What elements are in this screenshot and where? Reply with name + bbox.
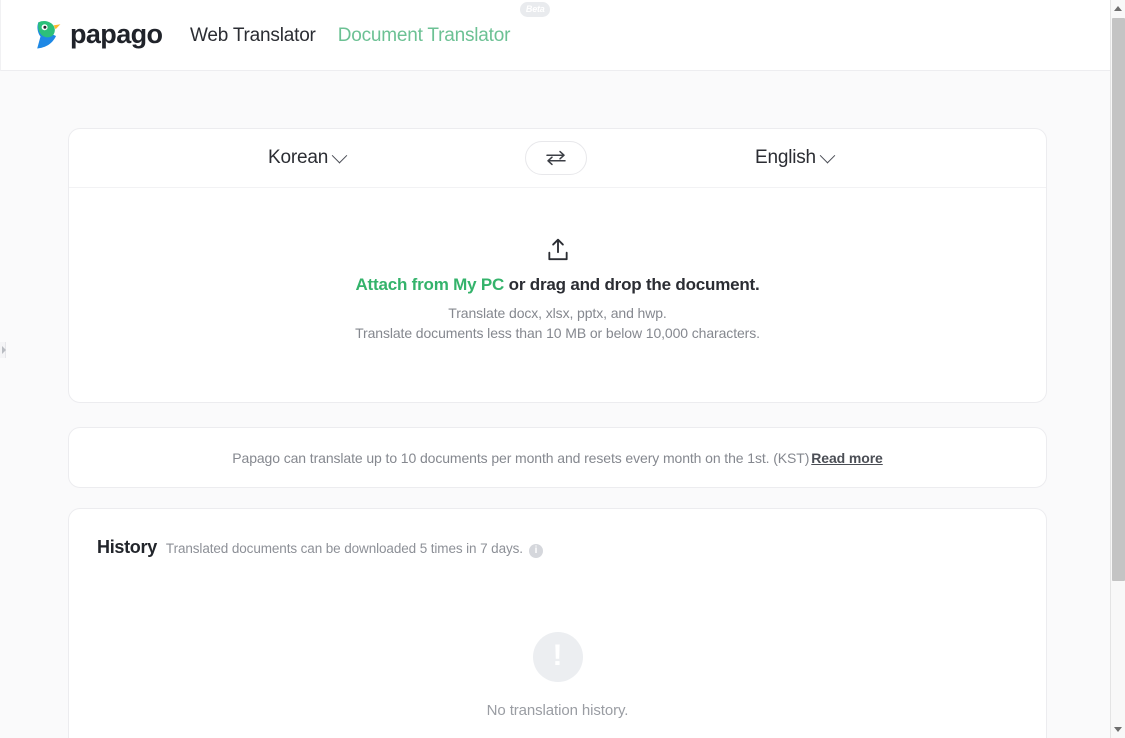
file-dropzone[interactable]: Attach from My PC or drag and drop the d… xyxy=(69,188,1046,402)
target-language-label: English xyxy=(755,147,816,168)
dropzone-headline: Attach from My PC or drag and drop the d… xyxy=(355,275,759,295)
papago-logo-text: papago xyxy=(70,18,163,49)
chevron-down-icon xyxy=(331,147,348,163)
nav-document-translator[interactable]: Document Translator Beta xyxy=(337,1,551,51)
chevron-down-icon xyxy=(1114,727,1122,732)
source-language-label: Korean xyxy=(268,147,329,168)
exclamation-icon: ! xyxy=(532,632,583,682)
language-selector-row: Korean English xyxy=(69,129,1046,188)
swap-languages-button[interactable] xyxy=(525,141,587,175)
nav-web-translator[interactable]: Web Translator xyxy=(190,21,316,51)
main-nav: Web Translator Document Translator Beta xyxy=(190,0,551,71)
source-language-selector[interactable]: Korean xyxy=(268,147,348,169)
translate-card: Korean English Attach from My PC or drag… xyxy=(68,128,1047,403)
nav-web-translator-label: Web Translator xyxy=(190,24,316,46)
vertical-scrollbar[interactable] xyxy=(1110,0,1125,738)
sidebar-expand-handle[interactable] xyxy=(0,342,6,358)
scroll-down-button[interactable] xyxy=(1111,721,1125,738)
exclamation-glyph: ! xyxy=(552,639,563,672)
dropzone-hint-1: Translate docx, xlsx, pptx, and hwp. xyxy=(448,305,667,321)
dropzone-hint-2: Translate documents less than 10 MB or b… xyxy=(355,324,760,341)
browser-viewport: papago Web Translator Document Translato… xyxy=(0,0,1110,738)
history-header: History Translated documents can be down… xyxy=(69,509,1046,558)
chevron-up-icon xyxy=(1114,6,1122,11)
target-language-selector[interactable]: English xyxy=(755,147,836,169)
read-more-link[interactable]: Read more xyxy=(811,450,883,466)
quota-notice-message: Papago can translate up to 10 documents … xyxy=(232,449,810,466)
upload-icon xyxy=(547,238,568,261)
papago-logo[interactable]: papago xyxy=(33,16,163,54)
site-header: papago Web Translator Document Translato… xyxy=(0,0,1110,71)
chevron-down-icon xyxy=(819,147,836,163)
quota-notice-card: Papago can translate up to 10 documents … xyxy=(68,427,1047,488)
quota-notice-text: Papago can translate up to 10 documents … xyxy=(232,449,883,466)
scrollbar-thumb[interactable] xyxy=(1112,18,1125,581)
attach-from-pc-link[interactable]: Attach from My PC xyxy=(355,275,504,294)
history-subtitle: Translated documents can be downloaded 5… xyxy=(165,541,543,558)
dropzone-headline-rest: or drag and drop the document. xyxy=(504,275,760,294)
nav-document-translator-label: Document Translator xyxy=(337,24,511,46)
info-icon[interactable]: i xyxy=(528,543,543,558)
page-content: Korean English Attach from My PC or drag… xyxy=(0,71,1110,738)
beta-badge: Beta xyxy=(520,1,551,17)
papago-parrot-icon xyxy=(37,20,61,49)
history-subtitle-text: Translated documents can be downloaded 5… xyxy=(165,541,523,556)
swap-arrows-icon xyxy=(546,150,566,166)
history-title: History xyxy=(97,537,157,557)
history-empty-state: ! No translation history. xyxy=(69,558,1046,719)
history-card: History Translated documents can be down… xyxy=(68,508,1047,738)
history-empty-text: No translation history. xyxy=(486,702,629,719)
scroll-up-button[interactable] xyxy=(1111,0,1125,17)
